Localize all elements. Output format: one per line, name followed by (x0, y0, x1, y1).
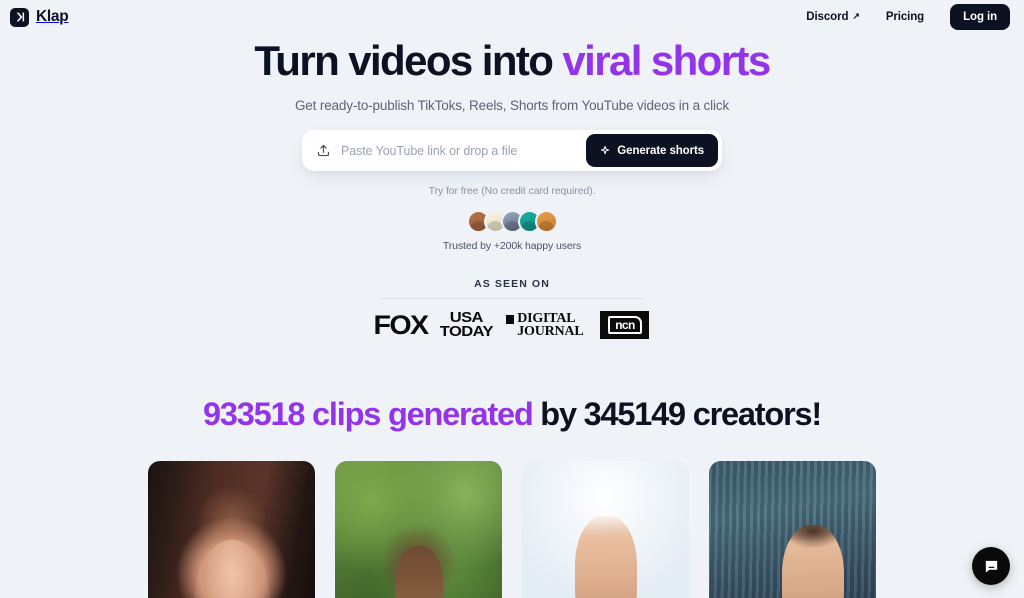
as-seen-on-divider (381, 298, 643, 300)
trusted-by-text: Trusted by +200k happy users (442, 240, 582, 253)
video-card-4[interactable] (709, 461, 876, 598)
as-seen-on-title: AS SEEN ON (474, 278, 550, 291)
stats-creators-text: by 345149 creators! (532, 396, 822, 433)
try-for-free-note: Try for free (No credit card required). (428, 185, 596, 198)
stats-headline: 933518 clips generated by 345149 creator… (0, 396, 1024, 433)
chat-bubble-icon (985, 560, 997, 573)
chat-widget-button[interactable] (972, 547, 1010, 585)
fox-logo: FOX (372, 309, 429, 340)
headline-plain: Turn videos into (254, 37, 563, 84)
nav-link-pricing-label: Pricing (885, 11, 925, 23)
brand-logo-link[interactable]: Klap (10, 7, 69, 27)
digital-journal-line2: JOURNAL (517, 324, 584, 340)
headline-accent: viral shorts (562, 37, 771, 84)
main-nav: Discord ↗ Pricing Log in (806, 4, 1010, 30)
avatar-group (0, 210, 1024, 234)
nav-link-discord[interactable]: Discord ↗ (806, 11, 860, 23)
generate-shorts-label: Generate shorts (617, 144, 704, 157)
upload-icon[interactable] (316, 143, 331, 158)
digital-journal-text: DIGITAL JOURNAL (517, 310, 584, 340)
video-thumbnail (709, 461, 876, 598)
sparkle-icon (601, 146, 610, 155)
external-link-icon: ↗ (852, 10, 860, 21)
video-card-3[interactable] (522, 461, 689, 598)
digital-journal-logo: DIGITAL JOURNAL (506, 310, 584, 340)
brand-name: Klap (36, 8, 69, 25)
stats-clips-text: 933518 clips generated (202, 396, 534, 433)
video-thumbnail (148, 461, 315, 598)
usa-today-logo: USA TODAY (439, 310, 493, 341)
ncn-logo-text: ncn (607, 316, 642, 335)
video-thumbnail (522, 461, 689, 598)
hero-section: Turn videos into viral shorts Get ready-… (0, 34, 1024, 342)
url-input-container: Generate shorts (302, 130, 722, 172)
site-header: Klap Discord ↗ Pricing Log in (0, 0, 1024, 34)
page-title: Turn videos into viral shorts (0, 38, 1024, 83)
login-button[interactable]: Log in (950, 4, 1010, 30)
ncn-logo: ncn (600, 311, 650, 340)
klap-logo-icon (10, 7, 29, 27)
avatar (534, 210, 558, 234)
digital-journal-line1: DIGITAL (517, 310, 576, 326)
video-card-2[interactable] (335, 461, 502, 598)
nav-link-pricing[interactable]: Pricing (886, 11, 924, 23)
video-card-grid (0, 461, 1024, 598)
nav-link-discord-label: Discord (806, 11, 849, 23)
press-logo-row: FOX USA TODAY DIGITAL JOURNAL ncn (0, 308, 1024, 342)
digital-journal-square-icon (506, 314, 515, 324)
hero-subtitle: Get ready-to-publish TikToks, Reels, Sho… (294, 98, 730, 114)
usa-today-line2: TODAY (439, 324, 493, 341)
video-thumbnail (335, 461, 502, 598)
video-card-1[interactable] (148, 461, 315, 598)
search-input[interactable] (341, 143, 587, 158)
usa-today-line1: USA (449, 310, 483, 327)
generate-shorts-button[interactable]: Generate shorts (586, 134, 718, 168)
